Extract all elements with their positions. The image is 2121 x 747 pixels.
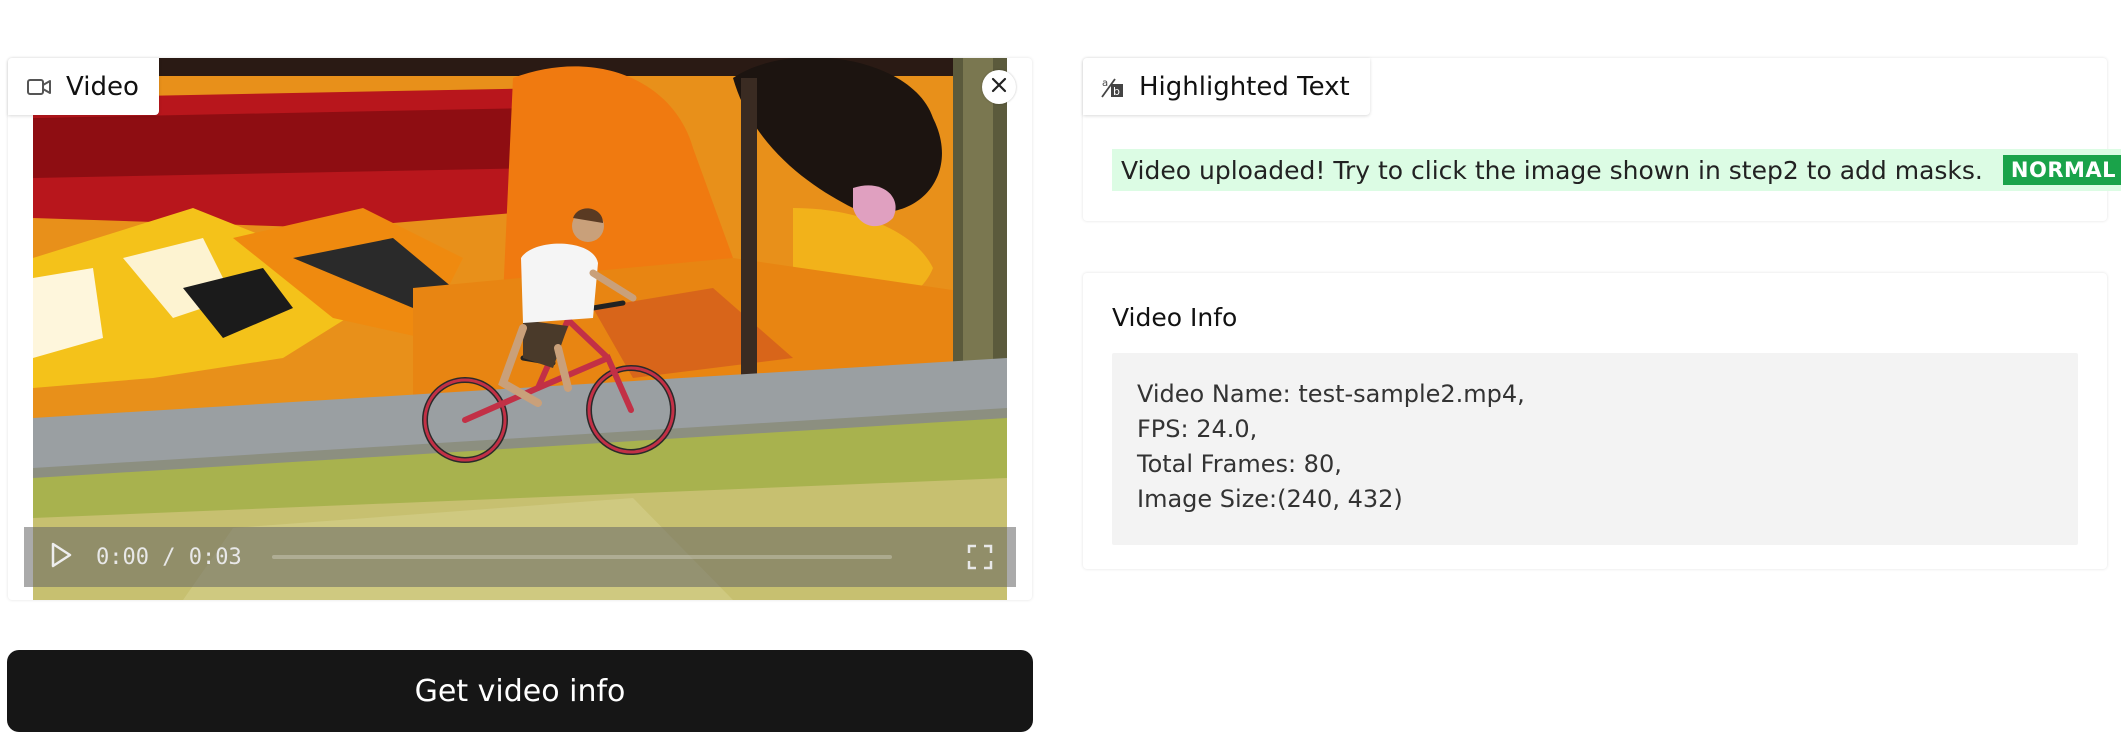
info-line: Video Name: test-sample2.mp4, bbox=[1137, 380, 1525, 408]
video-label: Video bbox=[8, 58, 159, 115]
status-message: Video uploaded! Try to click the image s… bbox=[1121, 155, 1983, 185]
video-thumbnail bbox=[33, 58, 1007, 600]
progress-bar[interactable] bbox=[271, 555, 892, 559]
svg-text:a: a bbox=[1102, 78, 1108, 89]
highlighted-text-label: a b Highlighted Text bbox=[1083, 58, 1370, 115]
video-label-text: Video bbox=[66, 71, 139, 102]
highlighted-text-panel: a b Highlighted Text Video uploaded! Try… bbox=[1083, 58, 2121, 221]
video-info-textbox[interactable]: Video Name: test-sample2.mp4, FPS: 24.0,… bbox=[1112, 353, 2078, 545]
clear-video-button[interactable] bbox=[982, 70, 1016, 104]
video-info-panel: Video Info Video Name: test-sample2.mp4,… bbox=[1083, 273, 2107, 569]
info-line: Total Frames: 80, bbox=[1137, 450, 1342, 478]
fullscreen-icon bbox=[966, 544, 994, 575]
video-camera-icon bbox=[26, 77, 52, 97]
svg-text:b: b bbox=[1113, 85, 1120, 98]
video-frame[interactable] bbox=[33, 58, 1007, 600]
get-video-info-button[interactable]: Get video info bbox=[7, 650, 1033, 732]
close-icon bbox=[991, 77, 1007, 97]
highlighted-text-label-text: Highlighted Text bbox=[1139, 71, 1350, 102]
video-info-title: Video Info bbox=[1112, 303, 1238, 332]
highlighted-message: Video uploaded! Try to click the image s… bbox=[1112, 149, 2121, 191]
video-panel: Video 0:00 / 0:03 bbox=[8, 58, 1032, 600]
highlight-text-icon: a b bbox=[1101, 75, 1125, 99]
info-line: FPS: 24.0, bbox=[1137, 415, 1258, 443]
video-controls: 0:00 / 0:03 bbox=[24, 527, 1016, 587]
time-display: 0:00 / 0:03 bbox=[96, 544, 242, 570]
info-line: Image Size:(240, 432) bbox=[1137, 485, 1403, 513]
play-button[interactable] bbox=[46, 542, 76, 572]
status-badge: NORMAL bbox=[2002, 155, 2121, 185]
video-info-lines: Video Name: test-sample2.mp4, FPS: 24.0,… bbox=[1137, 377, 1525, 517]
play-icon bbox=[49, 541, 73, 573]
fullscreen-button[interactable] bbox=[966, 543, 994, 571]
